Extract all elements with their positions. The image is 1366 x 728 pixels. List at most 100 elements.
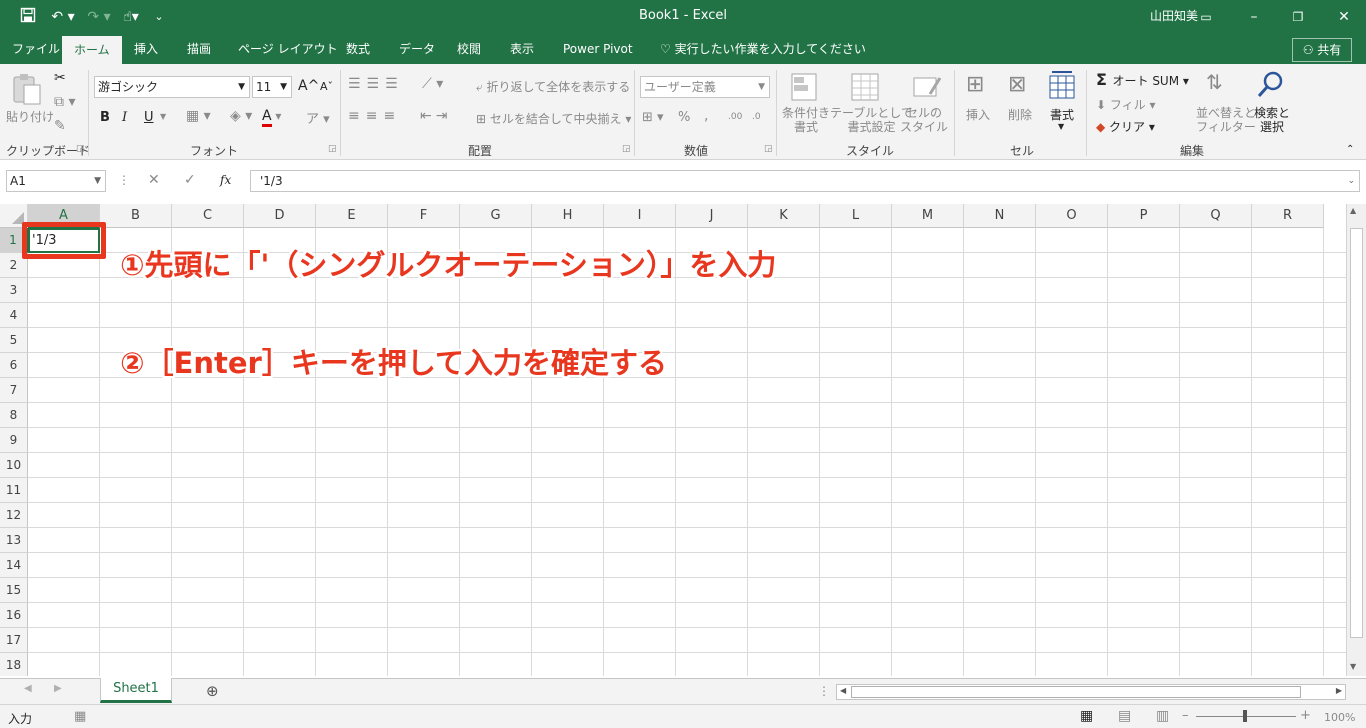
column-header[interactable]: E [316, 204, 388, 228]
close-icon[interactable]: ✕ [1334, 7, 1354, 27]
column-header[interactable]: O [1036, 204, 1108, 228]
column-header[interactable]: C [172, 204, 244, 228]
row-header[interactable]: 17 [0, 628, 28, 653]
column-header[interactable]: K [748, 204, 820, 228]
fill-color-icon[interactable]: ◈ ▾ [230, 108, 252, 124]
insert-cells-icon[interactable]: ⊞ [966, 72, 984, 97]
comma-button[interactable]: , [704, 108, 708, 124]
minimize-icon[interactable]: – [1244, 7, 1264, 27]
insert-function-button[interactable]: fx [220, 173, 231, 187]
confirm-entry-icon[interactable]: ✓ [184, 172, 196, 188]
bold-button[interactable]: B [100, 110, 110, 125]
row-header[interactable]: 6 [0, 353, 28, 378]
row-header[interactable]: 5 [0, 328, 28, 353]
row-header[interactable]: 13 [0, 528, 28, 553]
user-name[interactable]: 山田知美 [1150, 0, 1198, 32]
row-header[interactable]: 18 [0, 653, 28, 676]
column-header[interactable]: I [604, 204, 676, 228]
orientation-icon[interactable]: ⟋ ▾ [422, 76, 443, 92]
clipboard-launcher-icon[interactable]: ◲ [76, 144, 85, 154]
wrap-text-button[interactable]: ⤶ 折り返して全体を表示する [476, 78, 630, 95]
horizontal-scroll-thumb[interactable] [851, 686, 1301, 698]
borders-icon[interactable]: ▦ ▾ [186, 108, 211, 124]
zoom-level[interactable]: 100% [1324, 711, 1355, 724]
row-header[interactable]: 16 [0, 603, 28, 628]
paste-icon[interactable] [10, 72, 44, 109]
format-cells-button[interactable]: 書式 [1050, 106, 1074, 123]
sort-filter-icon[interactable]: ⇅ [1206, 70, 1223, 94]
page-break-view-icon[interactable]: ▥ [1156, 708, 1169, 724]
fill-button[interactable]: ⬇ フィル ▾ [1096, 96, 1155, 113]
scroll-thumb[interactable] [1350, 228, 1363, 638]
cell-styles-icon[interactable] [912, 72, 942, 105]
scroll-left-icon[interactable]: ◀ [840, 686, 846, 695]
zoom-in-icon[interactable]: + [1300, 708, 1311, 723]
autosum-button[interactable]: Σ オート SUM ▾ [1096, 70, 1189, 89]
column-header[interactable]: B [100, 204, 172, 228]
find-select-button[interactable]: 検索と 選択 [1254, 106, 1290, 134]
tab-home[interactable]: ホーム [62, 36, 122, 64]
decrease-decimal-button[interactable]: .0 [752, 112, 761, 122]
zoom-out-icon[interactable]: – [1182, 708, 1189, 723]
tab-power-pivot[interactable]: Power Pivot [563, 34, 633, 64]
column-header[interactable]: J [676, 204, 748, 228]
column-header[interactable]: Q [1180, 204, 1252, 228]
clear-button[interactable]: ◆ クリア ▾ [1096, 118, 1155, 135]
column-header[interactable]: L [820, 204, 892, 228]
vertical-align-icons[interactable]: ☰☰☰ [348, 76, 404, 92]
font-launcher-icon[interactable]: ◲ [328, 144, 337, 154]
column-header[interactable]: P [1108, 204, 1180, 228]
increase-decimal-button[interactable]: .00 [728, 112, 742, 122]
restore-icon[interactable]: ❐ [1288, 7, 1308, 27]
row-header[interactable]: 9 [0, 428, 28, 453]
format-cells-icon[interactable] [1048, 70, 1076, 103]
italic-button[interactable]: I [122, 110, 127, 125]
grow-font-button[interactable]: A^ [298, 78, 319, 94]
copy-icon[interactable]: ⧉ ▾ [54, 94, 75, 110]
conditional-format-button[interactable]: 条件付き 書式 [782, 106, 830, 134]
column-header[interactable]: M [892, 204, 964, 228]
cut-icon[interactable]: ✂ [54, 70, 66, 86]
worksheet-grid[interactable]: ABCDEFGHIJKLMNOPQR 1 2 3 4 5 6 7 8 9 10 11 12 13 14 15… [0, 204, 1346, 676]
horizontal-align-icons[interactable]: ≡≡≡ [348, 108, 401, 124]
row-header[interactable]: 15 [0, 578, 28, 603]
horizontal-scrollbar[interactable]: ◀ ▶ [836, 684, 1346, 700]
cell-styles-button[interactable]: セルの スタイル [900, 106, 948, 134]
tab-draw[interactable]: 描画 [187, 34, 211, 64]
insert-cells-button[interactable]: 挿入 [966, 106, 990, 123]
row-header[interactable]: 14 [0, 553, 28, 578]
font-color-button[interactable]: A ▾ [262, 108, 281, 127]
tell-me-box[interactable]: ♡ 実行したい作業を入力してください [660, 34, 866, 64]
merge-center-button[interactable]: ⊞ セルを結合して中央揃え ▾ [476, 110, 631, 127]
font-name-select[interactable]: 游ゴシック ▼ [94, 76, 250, 98]
scroll-right-icon[interactable]: ▶ [1336, 686, 1342, 695]
row-header[interactable]: 10 [0, 453, 28, 478]
delete-cells-button[interactable]: 削除 [1008, 106, 1032, 123]
new-sheet-icon[interactable]: ⊕ [206, 682, 219, 700]
prev-sheet-icon[interactable]: ◀ [24, 683, 32, 694]
indent-icons[interactable]: ⇤⇥ [420, 108, 451, 124]
row-header[interactable]: 12 [0, 503, 28, 528]
zoom-slider-thumb[interactable] [1243, 710, 1247, 722]
tab-review[interactable]: 校閲 [457, 34, 481, 64]
column-header[interactable]: H [532, 204, 604, 228]
tab-formulas[interactable]: 数式 [346, 34, 370, 64]
tab-insert[interactable]: 挿入 [134, 34, 158, 64]
collapse-ribbon-icon[interactable]: ⌃ [1346, 144, 1354, 155]
column-header[interactable]: G [460, 204, 532, 228]
name-box[interactable]: A1 ▼ [6, 170, 106, 192]
tab-data[interactable]: データ [399, 34, 435, 64]
column-header[interactable]: R [1252, 204, 1324, 228]
share-button[interactable]: ⚇ 共有 [1292, 38, 1352, 62]
row-header[interactable]: 11 [0, 478, 28, 503]
next-sheet-icon[interactable]: ▶ [54, 683, 62, 694]
scroll-up-icon[interactable]: ▲ [1350, 206, 1356, 215]
tab-file[interactable]: ファイル [12, 34, 60, 64]
delete-cells-icon[interactable]: ⊠ [1008, 72, 1026, 97]
page-layout-view-icon[interactable]: ▤ [1118, 708, 1131, 724]
sheet-tab-sheet1[interactable]: Sheet1 [100, 678, 172, 703]
format-painter-icon[interactable]: ✎ [54, 118, 66, 134]
format-as-table-icon[interactable] [850, 72, 880, 105]
row-header[interactable]: 3 [0, 278, 28, 303]
ribbon-display-icon[interactable]: ▭ [1196, 7, 1216, 27]
